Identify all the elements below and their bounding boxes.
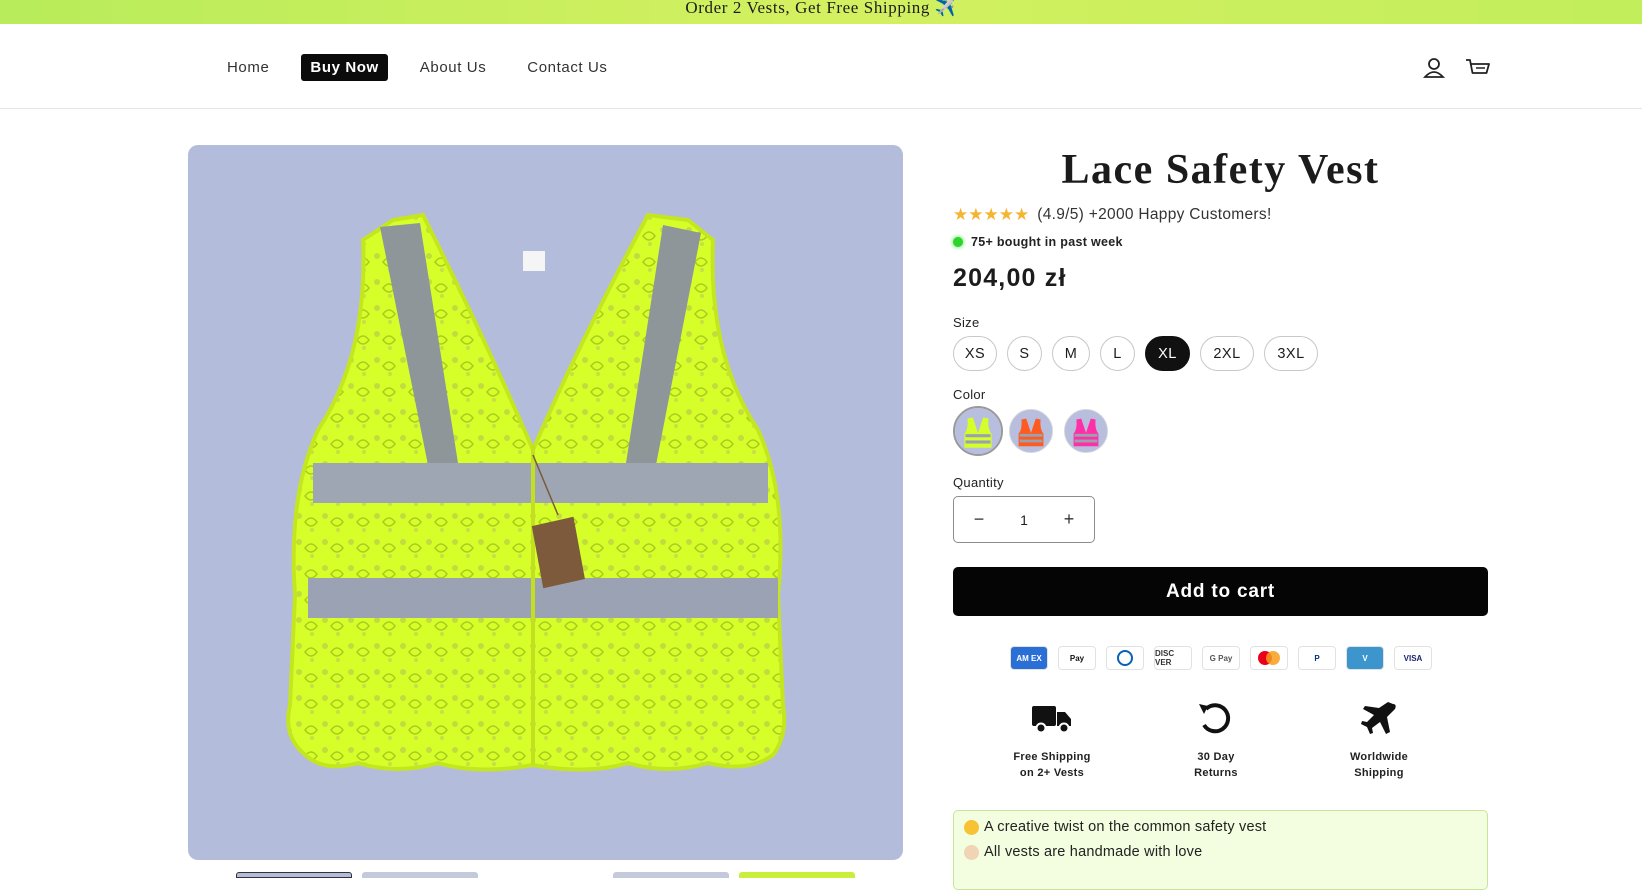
announcement-bar: Order 2 Vests, Get Free Shipping ✈️ [0,0,1642,24]
feature-returns: 30 Day Returns [1156,700,1276,781]
site-header: Home Buy Now About Us Contact Us [0,24,1642,109]
mastercard-icon [1250,646,1288,670]
product-rating: ★ ★ ★ ★ ★ (4.9/5) +2000 Happy Customers! [953,204,1272,226]
google-pay-icon: G Pay [1202,646,1240,670]
nav-about-us[interactable]: About Us [411,54,496,81]
american-express-icon: AM EX [1010,646,1048,670]
feature-line: Shipping [1354,767,1404,779]
main-nav: Home Buy Now About Us Contact Us [217,54,640,81]
nav-buy-now[interactable]: Buy Now [301,54,388,81]
highlight-item: A creative twist on the common safety ve… [964,819,1477,835]
thumbnail[interactable] [739,872,855,878]
truck-icon [1032,706,1071,734]
feature-line: Free Shipping [1013,751,1091,763]
venmo-icon: V [1346,646,1384,670]
size-option-s[interactable]: S [1007,336,1042,371]
size-label: Size [953,315,980,330]
star-icon: ★ [983,205,999,224]
return-icon [1199,703,1231,734]
vest-illustration [286,212,787,772]
nav-contact-us[interactable]: Contact Us [518,54,616,81]
feature-free-shipping: Free Shipping on 2+ Vests [992,700,1112,781]
size-option-xs[interactable]: XS [953,336,997,371]
apple-pay-icon: Pay [1058,646,1096,670]
star-icon: ★ [998,205,1014,224]
cart-icon[interactable] [1464,54,1492,82]
star-icon: ★ [968,205,984,224]
color-swatch-pink[interactable] [1064,409,1108,453]
nav-home[interactable]: Home [217,54,278,81]
thumbnail[interactable] [613,872,729,878]
live-dot-icon [953,237,963,247]
visa-icon: VISA [1394,646,1432,670]
feature-line: Returns [1194,767,1238,779]
diners-club-icon [1106,646,1144,670]
size-option-3xl[interactable]: 3XL [1264,336,1318,371]
product-price: 204,00 zł [953,264,1067,292]
feature-worldwide: Worldwide Shipping [1319,700,1439,781]
product-title: Lace Safety Vest [1061,147,1380,193]
highlight-text: All vests are handmade with love [984,844,1203,860]
bought-text: 75+ bought in past week [971,235,1123,249]
account-icon[interactable] [1420,54,1448,82]
hands-emoji-icon [964,844,979,860]
quantity-label: Quantity [953,475,1004,490]
heart-eyes-emoji-icon [964,819,979,835]
size-option-l[interactable]: L [1100,336,1135,371]
color-swatch-yellow[interactable] [953,406,1003,456]
size-option-xl[interactable]: XL [1145,336,1190,371]
add-to-cart-button[interactable]: Add to cart [953,567,1488,616]
quantity-input[interactable]: 1 [1004,512,1044,528]
payment-methods: AM EX Pay DISC VER G Pay P V VISA [1010,646,1442,670]
announcement-text: Order 2 Vests, Get Free Shipping ✈️ [685,0,957,17]
paypal-icon: P [1298,646,1336,670]
rating-stars: ★ ★ ★ ★ ★ [953,204,1029,226]
product-image[interactable] [188,145,903,860]
size-option-2xl[interactable]: 2XL [1200,336,1254,371]
color-swatch-orange[interactable] [1009,409,1053,453]
thumbnail[interactable] [236,872,352,878]
size-option-m[interactable]: M [1052,336,1090,371]
discover-icon: DISC VER [1154,646,1192,670]
thumbnail[interactable] [362,872,478,878]
airplane-icon [1361,702,1396,734]
feature-line: on 2+ Vests [1019,767,1085,779]
feature-line: 30 Day [1197,751,1235,763]
highlight-item: All vests are handmade with love [964,844,1477,860]
star-icon: ★ [953,205,969,224]
highlights-box: A creative twist on the common safety ve… [953,810,1488,890]
star-icon: ★ [1014,205,1030,224]
color-selector [953,406,1119,456]
bought-indicator: 75+ bought in past week [953,235,1123,249]
size-selector: XS S M L XL 2XL 3XL [953,336,1328,371]
highlight-text: A creative twist on the common safety ve… [984,819,1267,835]
quantity-stepper: − 1 + [953,496,1095,543]
increase-quantity-button[interactable]: + [1058,509,1080,530]
rating-text: (4.9/5) +2000 Happy Customers! [1037,206,1272,223]
color-label: Color [953,387,986,402]
feature-line: Worldwide [1349,751,1409,763]
decrease-quantity-button[interactable]: − [968,509,990,530]
